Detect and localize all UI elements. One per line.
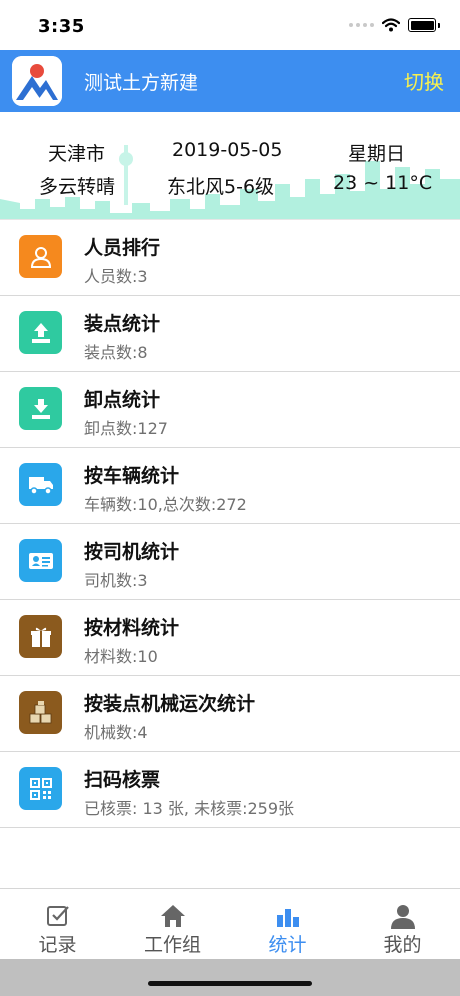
tab-records[interactable]: 记录 bbox=[0, 889, 115, 960]
id-card-icon bbox=[19, 539, 62, 582]
item-subtitle: 司机数:3 bbox=[84, 571, 148, 590]
item-title: 装点统计 bbox=[84, 313, 161, 335]
weather-wind: 东北风5-6级 bbox=[167, 176, 275, 198]
item-title: 按装点机械运次统计 bbox=[84, 693, 256, 715]
weather-city: 天津市 bbox=[48, 143, 106, 165]
item-title: 扫码核票 bbox=[84, 769, 161, 791]
qr-code-icon bbox=[19, 767, 62, 810]
user-icon bbox=[390, 905, 415, 929]
weather-weekday: 星期日 bbox=[348, 143, 406, 165]
item-subtitle: 车辆数:10,总次数:272 bbox=[84, 495, 247, 514]
item-subtitle: 卸点数:127 bbox=[84, 419, 168, 438]
list-item[interactable]: 扫码核票 已核票: 13 张, 未核票:259张 bbox=[0, 752, 460, 828]
tab-label: 统计 bbox=[268, 934, 307, 956]
page-title: 测试土方新建 bbox=[84, 72, 199, 94]
stats-list: 人员排行 人员数:3 装点统计 装点数:8 卸点统计 卸点数:127 按车辆统计… bbox=[0, 219, 460, 828]
list-item[interactable]: 卸点统计 卸点数:127 bbox=[0, 372, 460, 448]
item-subtitle: 机械数:4 bbox=[84, 723, 148, 742]
battery-icon bbox=[408, 18, 436, 32]
tab-statistics[interactable]: 统计 bbox=[230, 889, 345, 960]
gift-box-icon bbox=[19, 615, 62, 658]
list-item[interactable]: 按装点机械运次统计 机械数:4 bbox=[0, 676, 460, 752]
item-title: 按材料统计 bbox=[84, 617, 180, 639]
home-indicator-area bbox=[0, 959, 460, 996]
weather-date: 2019-05-05 bbox=[172, 139, 283, 161]
checkbox-icon bbox=[46, 906, 69, 926]
weather-panel: 天津市 2019-05-05 星期日 多云转晴 东北风5-6级 23 ~ 11°… bbox=[0, 112, 460, 219]
item-title: 人员排行 bbox=[84, 237, 161, 259]
tab-workgroup[interactable]: 工作组 bbox=[115, 889, 230, 960]
status-icons bbox=[349, 18, 440, 32]
item-subtitle: 人员数:3 bbox=[84, 267, 148, 286]
list-item[interactable]: 装点统计 装点数:8 bbox=[0, 296, 460, 372]
app-logo bbox=[12, 56, 62, 106]
list-item[interactable]: 按材料统计 材料数:10 bbox=[0, 600, 460, 676]
truck-icon bbox=[19, 463, 62, 506]
tab-label: 我的 bbox=[383, 934, 422, 956]
tab-label: 工作组 bbox=[143, 934, 201, 956]
list-item[interactable]: 人员排行 人员数:3 bbox=[0, 219, 460, 296]
item-title: 按车辆统计 bbox=[84, 465, 180, 487]
app-header: 测试土方新建 切换 bbox=[0, 50, 460, 112]
tab-label: 记录 bbox=[38, 934, 77, 956]
tab-mine[interactable]: 我的 bbox=[345, 889, 460, 960]
status-bar: 3:35 bbox=[0, 0, 460, 50]
weather-condition: 多云转晴 bbox=[39, 176, 116, 198]
tab-bar: 记录 工作组 统计 我的 bbox=[0, 888, 460, 960]
weather-temp: 23 ~ 11°C bbox=[333, 172, 433, 194]
crates-icon bbox=[19, 691, 62, 734]
item-title: 按司机统计 bbox=[84, 541, 180, 563]
home-icon bbox=[160, 905, 185, 927]
signal-icon bbox=[349, 23, 374, 27]
wifi-icon bbox=[382, 18, 400, 32]
bar-chart-icon bbox=[276, 909, 299, 927]
switch-button[interactable]: 切换 bbox=[404, 66, 444, 95]
item-title: 卸点统计 bbox=[84, 389, 161, 411]
list-item[interactable]: 按司机统计 司机数:3 bbox=[0, 524, 460, 600]
item-subtitle: 材料数:10 bbox=[84, 647, 158, 666]
status-time: 3:35 bbox=[38, 16, 85, 37]
home-indicator[interactable] bbox=[148, 981, 312, 986]
upload-icon bbox=[19, 311, 62, 354]
person-icon bbox=[19, 235, 62, 278]
item-subtitle: 装点数:8 bbox=[84, 343, 148, 362]
list-item[interactable]: 按车辆统计 车辆数:10,总次数:272 bbox=[0, 448, 460, 524]
item-subtitle: 已核票: 13 张, 未核票:259张 bbox=[84, 799, 295, 818]
download-icon bbox=[19, 387, 62, 430]
